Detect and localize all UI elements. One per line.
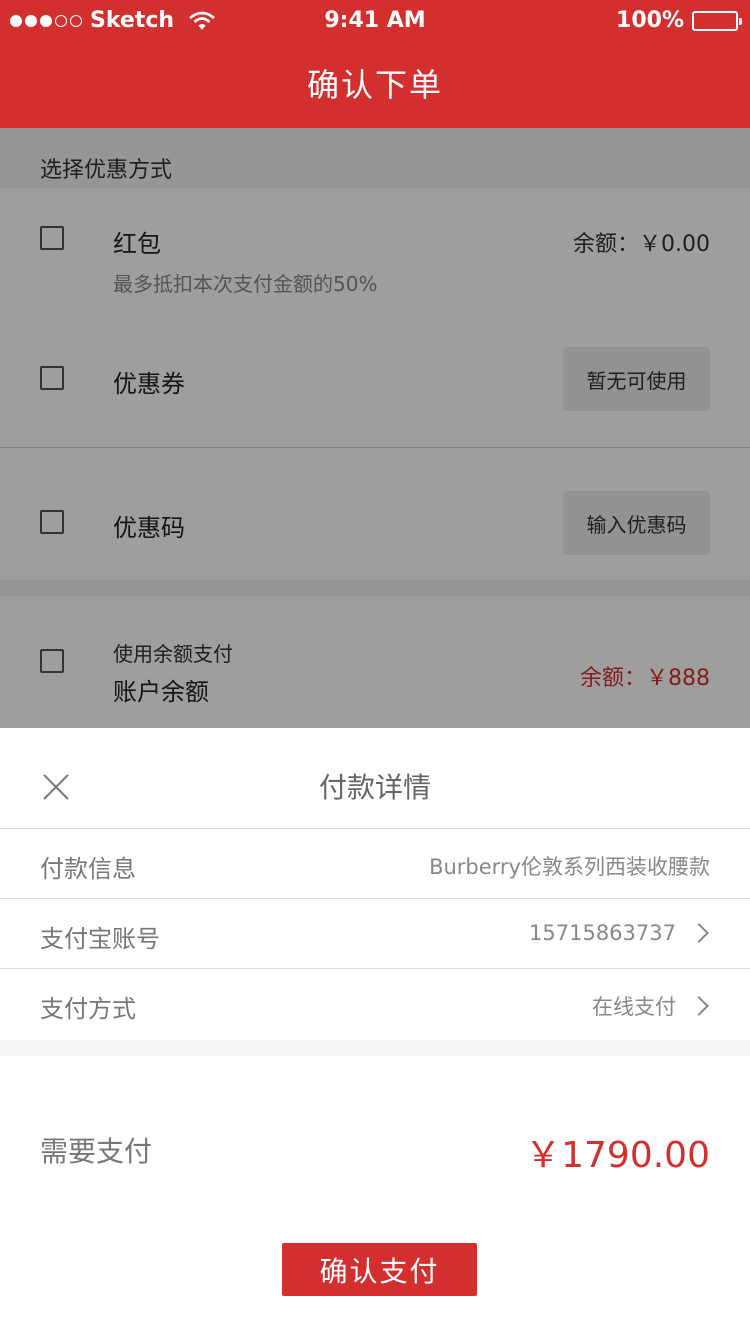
alipay-account-row[interactable]: 支付宝账号 15715863737 [0, 899, 750, 969]
payment-info-row: 付款信息 Burberry伦敦系列西装收腰款 [0, 829, 750, 899]
payment-info-label: 付款信息 [40, 855, 136, 883]
battery-status: 100% [616, 8, 742, 33]
sheet-title: 付款详情 [318, 771, 431, 804]
chevron-right-icon [689, 923, 709, 943]
section-gap [0, 1040, 750, 1056]
sheet-header: 付款详情 [0, 728, 750, 829]
chevron-right-icon [689, 996, 709, 1016]
status-bar: Sketch 9:41 AM 100% [0, 0, 750, 40]
payment-method-row[interactable]: 支付方式 在线支付 [0, 969, 750, 1039]
confirm-payment-button[interactable]: 确认支付 [282, 1243, 477, 1296]
amount-due-label: 需要支付 [40, 1135, 153, 1168]
payment-info-text: Burberry伦敦系列西装收腰款 [429, 855, 710, 879]
alipay-account-value: 15715863737 [529, 921, 710, 945]
payment-info-value: Burberry伦敦系列西装收腰款 [429, 851, 710, 881]
alipay-account-text: 15715863737 [529, 921, 676, 945]
page-title: 确认下单 [306, 66, 443, 104]
amount-due-value: ￥1790.00 [525, 1135, 710, 1176]
alipay-account-label: 支付宝账号 [40, 925, 160, 953]
modal-overlay[interactable] [0, 128, 750, 728]
battery-percent: 100% [616, 8, 684, 33]
payment-sheet: 付款详情 付款信息 Burberry伦敦系列西装收腰款 支付宝账号 157158… [0, 728, 750, 1334]
payment-method-label: 支付方式 [40, 995, 136, 1023]
app-header: Sketch 9:41 AM 100% 确认下单 [0, 0, 750, 128]
payment-method-value: 在线支付 [592, 991, 710, 1021]
payment-method-text: 在线支付 [592, 995, 676, 1019]
battery-icon [692, 10, 742, 31]
